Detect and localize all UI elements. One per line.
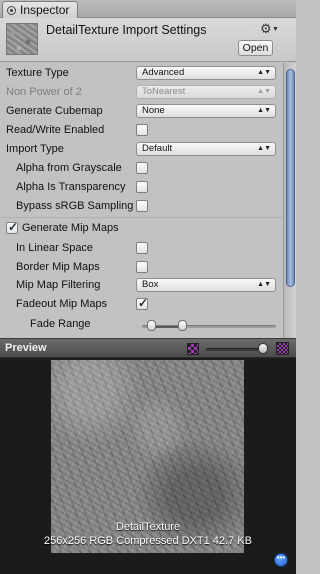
bypass-srgb-checkbox[interactable] [136, 200, 148, 212]
texture-name: DetailTexture [115, 521, 181, 533]
fadeout-mip-maps-label: Fadeout Mip Maps [16, 298, 108, 310]
border-mip-maps-label: Border Mip Maps [16, 261, 100, 273]
import-type-row: Import Type Default ▲▼ [0, 140, 283, 159]
mip-map-filtering-row: Mip Map Filtering Box ▲▼ [0, 276, 283, 295]
alpha-is-transparency-checkbox[interactable] [136, 181, 148, 193]
dropdown-arrows-icon: ▲▼ [257, 69, 271, 76]
dropdown-arrows-icon: ▲▼ [257, 145, 271, 152]
tab-label: Inspector [20, 3, 70, 17]
dropdown-arrows-icon: ▲▼ [257, 88, 271, 95]
more-options-icon[interactable]: ••• [274, 553, 288, 567]
generate-mip-maps-checkbox[interactable] [6, 220, 18, 234]
inspector-icon [7, 5, 16, 15]
alpha-from-grayscale-row: Alpha from Grayscale [0, 159, 283, 178]
inspector-header: DetailTexture Import Settings ⚙ ▼ Open [0, 18, 296, 62]
alpha-is-transparency-row: Alpha Is Transparency [0, 178, 283, 197]
non-power-of-2-row: Non Power of 2 ToNearest ▲▼ [0, 83, 283, 102]
read-write-label: Read/Write Enabled [6, 124, 105, 136]
import-type-dropdown[interactable]: Default ▲▼ [136, 142, 276, 156]
mip-level-handle[interactable] [258, 343, 268, 354]
fade-range-min-handle[interactable] [146, 320, 156, 331]
fade-range-slider[interactable] [142, 325, 276, 328]
tab-bar: Inspector [0, 0, 296, 18]
texture-thumbnail [6, 23, 38, 55]
chevron-down-icon[interactable]: ▼ [272, 26, 279, 33]
dropdown-arrows-icon: ▲▼ [257, 107, 271, 114]
alpha-from-grayscale-label: Alpha from Grayscale [16, 162, 122, 174]
texture-type-label: Texture Type [6, 67, 69, 79]
mip-level-slider[interactable] [206, 348, 266, 351]
fade-range-row: Fade Range [0, 315, 283, 334]
mip-map-filtering-value: Box [142, 279, 159, 290]
preview-title: Preview [5, 342, 47, 354]
import-type-value: Default [142, 143, 173, 154]
texture-type-row: Texture Type Advanced ▲▼ [0, 64, 283, 83]
vertical-scrollbar[interactable] [283, 63, 296, 338]
non-power-of-2-dropdown: ToNearest ▲▼ [136, 85, 276, 99]
generate-mip-maps-row: Generate Mip Maps [0, 219, 283, 238]
read-write-row: Read/Write Enabled [0, 121, 283, 140]
mip-map-filtering-label: Mip Map Filtering [16, 279, 101, 291]
texture-type-dropdown[interactable]: Advanced ▲▼ [136, 66, 276, 80]
mip-large-icon [276, 342, 289, 355]
fadeout-mip-maps-checkbox[interactable] [136, 296, 148, 310]
tab-inspector[interactable]: Inspector [2, 1, 78, 18]
alpha-from-grayscale-checkbox[interactable] [136, 162, 148, 174]
in-linear-space-label: In Linear Space [16, 242, 94, 254]
texture-info: 256x256 RGB Compressed DXT1 42.7 KB [44, 535, 252, 547]
bypass-srgb-row: Bypass sRGB Sampling [0, 197, 283, 216]
alpha-is-transparency-label: Alpha Is Transparency [16, 181, 126, 193]
bypass-srgb-label: Bypass sRGB Sampling [16, 200, 134, 212]
preview-header: Preview [0, 338, 296, 358]
scrollbar-thumb[interactable] [286, 69, 295, 287]
generate-cubemap-value: None [142, 105, 165, 116]
gear-icon[interactable]: ⚙ [260, 21, 272, 37]
texture-type-value: Advanced [142, 67, 185, 78]
import-settings-panel: Texture Type Advanced ▲▼ Non Power of 2 … [0, 63, 283, 338]
in-linear-space-checkbox[interactable] [136, 242, 148, 254]
fadeout-mip-maps-row: Fadeout Mip Maps [0, 295, 283, 314]
page-title: DetailTexture Import Settings [46, 23, 207, 37]
border-mip-maps-row: Border Mip Maps [0, 258, 283, 277]
generate-cubemap-dropdown[interactable]: None ▲▼ [136, 104, 276, 118]
fade-range-label: Fade Range [30, 318, 91, 330]
generate-cubemap-label: Generate Cubemap [6, 105, 103, 117]
dropdown-arrows-icon: ▲▼ [257, 281, 271, 288]
read-write-checkbox[interactable] [136, 124, 148, 136]
non-power-of-2-label: Non Power of 2 [6, 86, 82, 98]
section-divider [0, 217, 283, 218]
fade-range-max-handle[interactable] [177, 320, 187, 331]
import-type-label: Import Type [6, 143, 64, 155]
non-power-of-2-value: ToNearest [142, 86, 186, 97]
in-linear-space-row: In Linear Space [0, 239, 283, 258]
preview-area: DetailTexture 256x256 RGB Compressed DXT… [0, 358, 296, 574]
generate-mip-maps-label: Generate Mip Maps [22, 222, 119, 234]
open-button[interactable]: Open [238, 40, 273, 56]
mip-small-icon [187, 343, 199, 355]
mip-map-filtering-dropdown[interactable]: Box ▲▼ [136, 278, 276, 292]
border-mip-maps-checkbox[interactable] [136, 261, 148, 273]
generate-cubemap-row: Generate Cubemap None ▲▼ [0, 102, 283, 121]
